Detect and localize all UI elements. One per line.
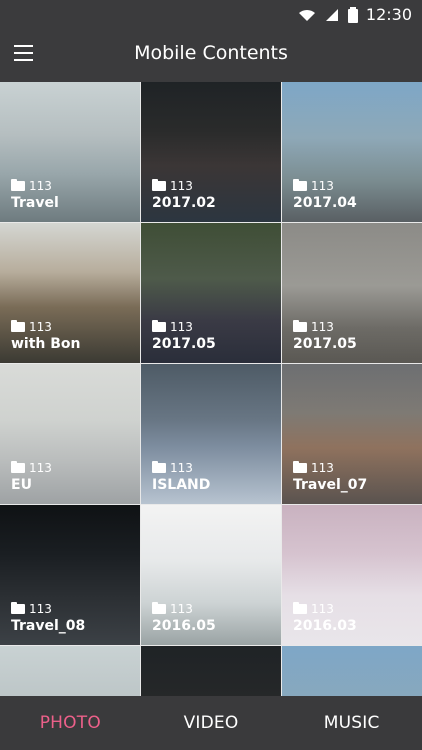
folder-icon bbox=[11, 320, 25, 332]
album-label: Travel_07 bbox=[293, 477, 368, 493]
folder-icon bbox=[152, 179, 166, 191]
album-tile[interactable] bbox=[0, 646, 140, 696]
album-count: 113 bbox=[11, 461, 52, 475]
folder-icon bbox=[11, 461, 25, 473]
album-count-value: 113 bbox=[311, 179, 334, 193]
album-meta: 113 2017.02 bbox=[152, 179, 216, 211]
album-label: EU bbox=[11, 477, 32, 493]
bottom-navigation: PHOTO VIDEO MUSIC bbox=[0, 696, 422, 750]
folder-icon bbox=[152, 461, 166, 473]
album-count-value: 113 bbox=[29, 320, 52, 334]
tab-label: PHOTO bbox=[39, 713, 101, 733]
album-meta: 113 2016.05 bbox=[152, 602, 216, 634]
album-label: 2017.05 bbox=[152, 336, 216, 352]
album-count: 113 bbox=[11, 320, 81, 334]
album-count-value: 113 bbox=[170, 179, 193, 193]
album-tile[interactable]: 113 2017.05 bbox=[282, 223, 422, 363]
album-count: 113 bbox=[293, 461, 367, 475]
album-meta: 113 with Bon bbox=[11, 320, 81, 352]
album-tile[interactable] bbox=[282, 646, 422, 696]
album-label: Travel_08 bbox=[11, 618, 86, 634]
album-meta: 113 EU bbox=[11, 461, 52, 493]
album-meta: 113 2017.05 bbox=[152, 320, 216, 352]
folder-icon bbox=[11, 179, 25, 191]
album-label: 2017.04 bbox=[293, 195, 357, 211]
album-meta: 113 Travel_07 bbox=[293, 461, 368, 493]
album-tile[interactable]: 113 EU bbox=[0, 364, 140, 504]
wifi-icon bbox=[298, 8, 316, 22]
album-count-value: 113 bbox=[170, 461, 193, 475]
folder-icon bbox=[11, 602, 25, 614]
battery-icon bbox=[347, 6, 358, 23]
album-tile[interactable]: 113 with Bon bbox=[0, 223, 140, 363]
media-grid: 113 Travel 113 2017.02 113 2017.04 113 w… bbox=[0, 82, 422, 696]
album-count-value: 113 bbox=[29, 461, 52, 475]
album-tile[interactable]: 113 2016.05 bbox=[141, 505, 281, 645]
album-count-value: 113 bbox=[29, 602, 52, 616]
album-count: 113 bbox=[152, 320, 216, 334]
album-tile[interactable]: 113 2017.04 bbox=[282, 82, 422, 222]
folder-icon bbox=[152, 602, 166, 614]
album-label: 2016.05 bbox=[152, 618, 216, 634]
album-tile[interactable]: 113 ISLAND bbox=[141, 364, 281, 504]
album-count: 113 bbox=[293, 179, 357, 193]
album-meta: 113 2017.05 bbox=[293, 320, 357, 352]
album-meta: 113 Travel_08 bbox=[11, 602, 86, 634]
album-count: 113 bbox=[152, 179, 216, 193]
tab-label: MUSIC bbox=[323, 713, 380, 733]
album-count-value: 113 bbox=[311, 602, 334, 616]
album-label: Travel bbox=[11, 195, 59, 211]
status-icons: 12:30 bbox=[298, 5, 412, 24]
album-count: 113 bbox=[11, 602, 85, 616]
folder-icon bbox=[152, 320, 166, 332]
album-count: 113 bbox=[152, 461, 210, 475]
album-count: 113 bbox=[293, 602, 357, 616]
folder-icon bbox=[293, 320, 307, 332]
folder-icon bbox=[293, 461, 307, 473]
album-meta: 113 2016.03 bbox=[293, 602, 357, 634]
tab-photo[interactable]: PHOTO bbox=[0, 696, 141, 750]
album-tile[interactable]: 113 Travel bbox=[0, 82, 140, 222]
signal-icon bbox=[324, 8, 340, 22]
album-meta: 113 2017.04 bbox=[293, 179, 357, 211]
album-count: 113 bbox=[11, 179, 59, 193]
album-tile[interactable]: 113 2017.02 bbox=[141, 82, 281, 222]
album-label: 2017.05 bbox=[293, 336, 357, 352]
album-count: 113 bbox=[293, 320, 357, 334]
album-count-value: 113 bbox=[170, 602, 193, 616]
folder-icon bbox=[293, 602, 307, 614]
page-title: Mobile Contents bbox=[134, 42, 288, 64]
app-bar: Mobile Contents bbox=[0, 30, 422, 82]
folder-icon bbox=[293, 179, 307, 191]
album-label: 2016.03 bbox=[293, 618, 357, 634]
album-tile[interactable]: 113 Travel_08 bbox=[0, 505, 140, 645]
album-label: 2017.02 bbox=[152, 195, 216, 211]
tab-video[interactable]: VIDEO bbox=[141, 696, 282, 750]
album-meta: 113 ISLAND bbox=[152, 461, 211, 493]
status-time: 12:30 bbox=[365, 5, 412, 24]
media-grid-inner: 113 Travel 113 2017.02 113 2017.04 113 w… bbox=[0, 82, 422, 696]
album-tile[interactable]: 113 2016.03 bbox=[282, 505, 422, 645]
album-count-value: 113 bbox=[311, 461, 334, 475]
status-bar: 12:30 bbox=[0, 0, 422, 30]
album-meta: 113 Travel bbox=[11, 179, 59, 211]
album-count-value: 113 bbox=[29, 179, 52, 193]
album-count-value: 113 bbox=[170, 320, 193, 334]
album-tile[interactable]: 113 Travel_07 bbox=[282, 364, 422, 504]
album-count-value: 113 bbox=[311, 320, 334, 334]
album-label: ISLAND bbox=[152, 477, 211, 493]
album-label: with Bon bbox=[11, 336, 81, 352]
album-tile[interactable] bbox=[141, 646, 281, 696]
album-tile[interactable]: 113 2017.05 bbox=[141, 223, 281, 363]
album-count: 113 bbox=[152, 602, 216, 616]
tab-music[interactable]: MUSIC bbox=[281, 696, 422, 750]
tab-label: VIDEO bbox=[183, 713, 239, 733]
